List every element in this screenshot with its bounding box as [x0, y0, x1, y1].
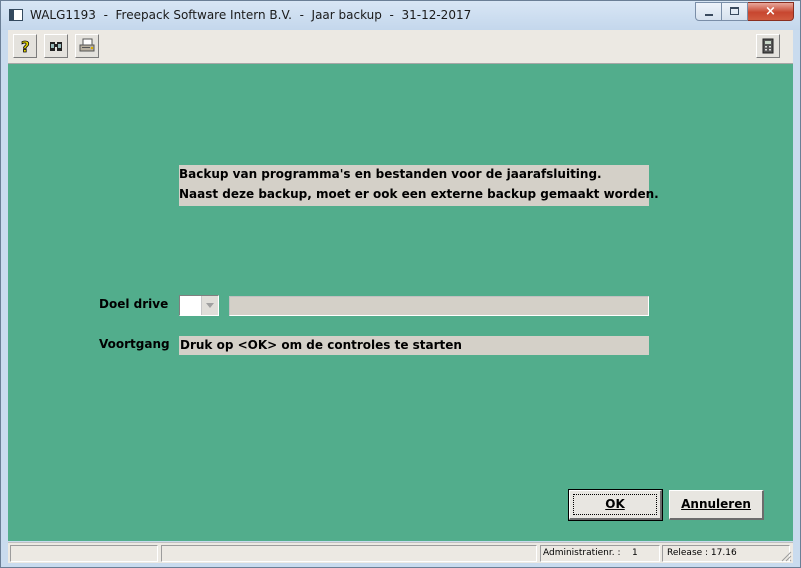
info-line-1: Backup van programma's en bestanden voor…	[179, 167, 602, 181]
cancel-button-label: Annuleren	[681, 497, 751, 511]
calculator-icon	[762, 38, 774, 54]
close-icon: ×	[765, 4, 776, 19]
minimize-button[interactable]	[695, 2, 722, 21]
help-button[interactable]: ?	[13, 34, 37, 58]
app-icon[interactable]	[9, 9, 23, 21]
main-panel: Backup van programma's en bestanden voor…	[8, 64, 793, 541]
ok-button[interactable]: OK	[568, 489, 663, 521]
status-panel-1	[10, 545, 158, 562]
progress-label: Voortgang	[99, 337, 170, 351]
info-message: Backup van programma's en bestanden voor…	[179, 165, 659, 206]
status-panel-2	[161, 545, 537, 562]
ok-button-label: OK	[605, 497, 625, 511]
chevron-down-icon[interactable]	[201, 296, 218, 315]
drive-label: Doel drive	[99, 297, 169, 311]
progress-status: Druk op <OK> om de controles te starten	[179, 336, 649, 355]
printer-icon	[79, 38, 95, 52]
maximize-button[interactable]	[722, 2, 748, 21]
progress-text: Druk op <OK> om de controles te starten	[180, 338, 462, 352]
info-line-2: Naast deze backup, moet er ook een exter…	[179, 187, 659, 201]
search-button[interactable]	[44, 34, 68, 58]
admin-number: Administratienr. : 1	[540, 545, 660, 562]
status-bar: Administratienr. : 1 Release : 17.16	[8, 542, 793, 563]
window-title: WALG1193 - Freepack Software Intern B.V.…	[30, 8, 472, 22]
print-button[interactable]	[75, 34, 99, 58]
binoculars-icon	[50, 42, 62, 51]
toolbar: ?	[8, 30, 793, 64]
calculator-button[interactable]	[756, 34, 780, 58]
app-window: WALG1193 - Freepack Software Intern B.V.…	[0, 0, 801, 568]
resize-grip-icon[interactable]	[780, 550, 792, 562]
window-controls: ×	[695, 2, 794, 21]
release-version: Release : 17.16	[662, 545, 790, 562]
cancel-button[interactable]: Annuleren	[669, 490, 764, 520]
svg-text:?: ?	[21, 38, 30, 54]
drive-select[interactable]	[179, 295, 219, 316]
drive-path-field	[229, 296, 649, 316]
title-bar[interactable]: WALG1193 - Freepack Software Intern B.V.…	[1, 1, 800, 30]
help-icon: ?	[21, 38, 31, 54]
close-button[interactable]: ×	[748, 2, 794, 21]
